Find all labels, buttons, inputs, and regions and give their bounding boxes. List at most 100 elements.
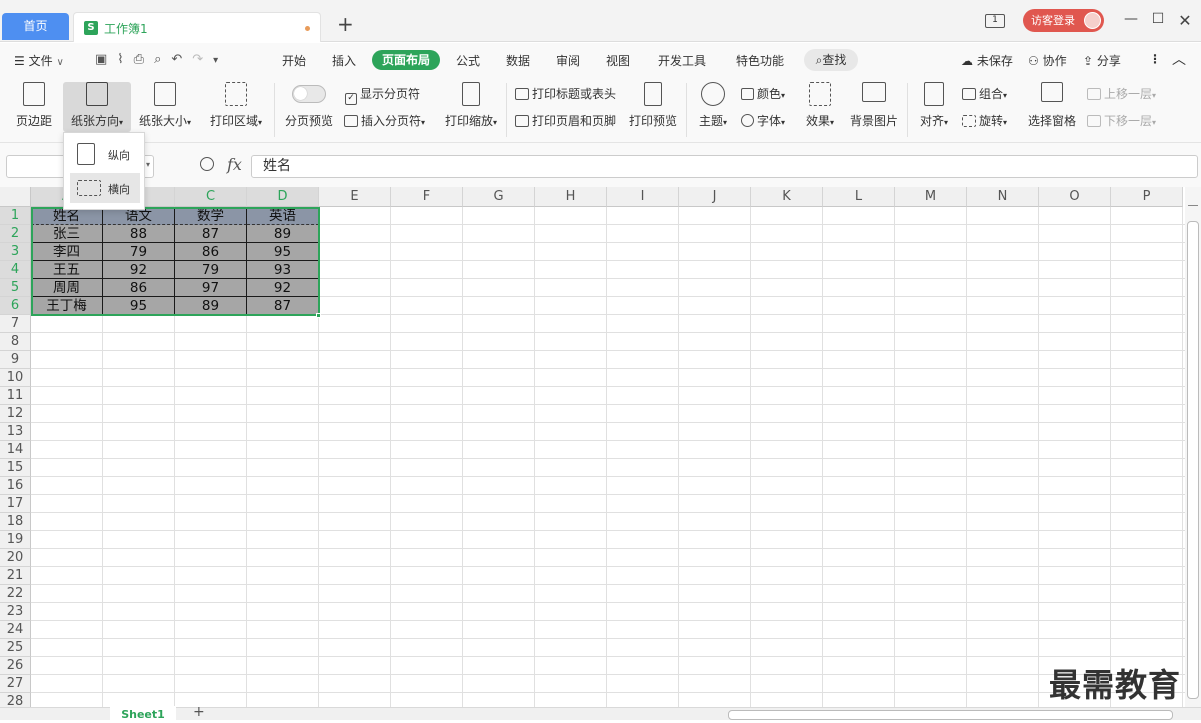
print-titles-button[interactable]: 打印标题或表头 [515,85,616,102]
row-header-15[interactable]: 15 [0,459,31,477]
fill-handle[interactable] [316,313,321,318]
table-cell[interactable]: 79 [103,243,175,261]
menu-view[interactable]: 视图 [606,52,630,69]
selection-pane-button[interactable]: 选择窗格 [1025,82,1079,129]
print-icon[interactable]: ⎙ [134,52,154,67]
window-count-icon[interactable]: 1 [985,14,1005,28]
row-header-17[interactable]: 17 [0,495,31,513]
menu-formula[interactable]: 公式 [456,52,480,69]
column-header-c[interactable]: C [175,187,247,207]
row-header-27[interactable]: 27 [0,675,31,693]
row-header-14[interactable]: 14 [0,441,31,459]
color-button[interactable]: 颜色▾ [741,85,785,102]
vertical-scrollbar[interactable] [1185,187,1201,707]
row-header-12[interactable]: 12 [0,405,31,423]
table-cell[interactable]: 89 [247,225,319,243]
file-menu[interactable]: ☰ 文件 ∨ [14,52,64,69]
column-header-d[interactable]: D [247,187,319,207]
show-page-break-checkbox[interactable]: ✓ 显示分页符 [345,85,420,105]
format-painter-icon[interactable]: ⌇ [117,52,133,67]
share-button[interactable]: ⇪ 分享 [1083,52,1121,69]
row-header-4[interactable]: 4 [0,261,31,279]
table-cell[interactable]: 92 [103,261,175,279]
column-header-g[interactable]: G [463,187,535,207]
table-cell[interactable]: 95 [247,243,319,261]
column-header-m[interactable]: M [895,187,967,207]
zoom-icon[interactable] [200,157,214,171]
table-cell[interactable]: 王丁梅 [31,297,103,315]
menu-review[interactable]: 审阅 [556,52,580,69]
row-header-1[interactable]: 1 [0,207,31,225]
column-header-o[interactable]: O [1039,187,1111,207]
table-cell[interactable]: 数学 [175,207,247,225]
table-cell[interactable]: 86 [103,279,175,297]
orientation-portrait[interactable]: 纵向 [70,139,140,169]
spreadsheet-grid[interactable]: ABCDEFGHIJKLMNOP 12345678910111213141516… [0,187,1185,707]
column-header-l[interactable]: L [823,187,895,207]
tab-home[interactable]: 首页 [2,13,69,40]
column-header-k[interactable]: K [751,187,823,207]
send-backward-button[interactable]: 下移一层▾ [1087,112,1156,129]
scroll-up-icon[interactable] [1188,205,1198,209]
menu-developer[interactable]: 开发工具 [658,52,706,69]
undo-icon[interactable]: ↶ [171,52,192,67]
search-button[interactable]: ⌕查找 [804,49,858,71]
row-header-3[interactable]: 3 [0,243,31,261]
minimize-icon[interactable]: — [1121,11,1141,27]
row-header-20[interactable]: 20 [0,549,31,567]
table-cell[interactable]: 92 [247,279,319,297]
save-icon[interactable]: ▣ [95,52,117,67]
formula-input[interactable]: 姓名 [251,155,1198,178]
select-all-corner[interactable] [0,187,31,207]
row-header-10[interactable]: 10 [0,369,31,387]
orientation-button[interactable]: 纸张方向▾ [63,82,131,132]
row-header-25[interactable]: 25 [0,639,31,657]
column-header-h[interactable]: H [535,187,607,207]
row-header-6[interactable]: 6 [0,297,31,315]
table-cell[interactable]: 周周 [31,279,103,297]
margins-button[interactable]: 页边距 [8,82,60,129]
table-cell[interactable]: 89 [175,297,247,315]
column-header-i[interactable]: I [607,187,679,207]
table-cell[interactable]: 李四 [31,243,103,261]
row-header-5[interactable]: 5 [0,279,31,297]
new-tab-button[interactable]: + [337,14,354,34]
effects-button[interactable]: 效果▾ [800,82,840,129]
table-cell[interactable]: 93 [247,261,319,279]
collab-button[interactable]: ⚇ 协作 [1028,52,1067,69]
row-header-7[interactable]: 7 [0,315,31,333]
table-cell[interactable]: 79 [175,261,247,279]
column-header-p[interactable]: P [1111,187,1183,207]
redo-icon[interactable]: ↷ [192,52,213,67]
row-header-11[interactable]: 11 [0,387,31,405]
page-break-preview-button[interactable]: 分页预览 [282,82,336,129]
print-header-footer-button[interactable]: 打印页眉和页脚 [515,112,616,129]
rotate-button[interactable]: 旋转▾ [962,112,1007,129]
column-header-f[interactable]: F [391,187,463,207]
add-sheet-icon[interactable]: + [193,704,205,720]
menu-page-layout[interactable]: 页面布局 [372,50,440,70]
print-scale-button[interactable]: 打印缩放▾ [440,82,502,129]
menu-data[interactable]: 数据 [506,52,530,69]
column-header-e[interactable]: E [319,187,391,207]
customize-icon[interactable]: ▾ [213,55,228,66]
more-icon[interactable]: ⋮ [1149,52,1161,66]
bring-forward-button[interactable]: 上移一层▾ [1087,85,1156,102]
scroll-thumb[interactable] [1187,221,1199,699]
row-header-18[interactable]: 18 [0,513,31,531]
menu-insert[interactable]: 插入 [332,52,356,69]
print-area-button[interactable]: 打印区域▾ [203,82,269,129]
orientation-landscape[interactable]: 横向 [70,173,140,203]
menu-start[interactable]: 开始 [282,52,306,69]
column-header-j[interactable]: J [679,187,751,207]
group-button[interactable]: 组合▾ [962,85,1007,102]
print-preview-icon[interactable]: ⌕ [154,52,171,67]
theme-button[interactable]: 主题▾ [694,82,732,129]
column-header-n[interactable]: N [967,187,1039,207]
table-cell[interactable]: 87 [247,297,319,315]
collapse-ribbon-icon[interactable]: ︿ [1172,49,1186,69]
row-header-9[interactable]: 9 [0,351,31,369]
maximize-icon[interactable]: ☐ [1148,11,1168,27]
table-cell[interactable]: 英语 [247,207,319,225]
row-header-21[interactable]: 21 [0,567,31,585]
